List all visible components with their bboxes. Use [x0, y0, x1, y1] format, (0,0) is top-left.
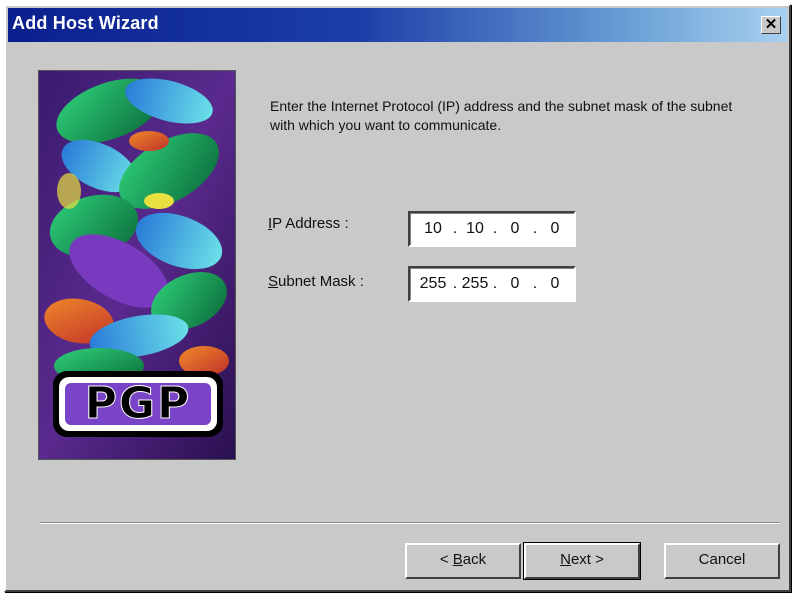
- ip-octet-1[interactable]: 10: [416, 220, 450, 238]
- ip-octet-3[interactable]: 0: [500, 220, 530, 238]
- ip-octet-4[interactable]: 0: [540, 220, 570, 238]
- subnet-octet-4[interactable]: 0: [540, 275, 570, 293]
- cancel-button[interactable]: Cancel: [664, 543, 780, 579]
- button-separator: [40, 522, 780, 524]
- back-button[interactable]: < Back: [405, 543, 521, 579]
- subnet-octet-2[interactable]: 255: [460, 275, 490, 293]
- window-title: Add Host Wizard: [12, 13, 159, 33]
- close-icon: ✕: [764, 16, 778, 33]
- pgp-logo-panel: PGP: [38, 70, 236, 460]
- ip-address-label: IP Address :: [268, 215, 349, 232]
- ip-address-field[interactable]: 10 . 10 . 0 . 0: [408, 211, 576, 247]
- next-button[interactable]: Next >: [523, 542, 641, 580]
- close-button[interactable]: ✕: [761, 16, 781, 34]
- subnet-octet-3[interactable]: 0: [500, 275, 530, 293]
- title-bar[interactable]: Add Host Wizard ✕: [8, 8, 787, 42]
- subnet-mask-field[interactable]: 255 . 255 . 0 . 0: [408, 266, 576, 302]
- subnet-mask-label: Subnet Mask :: [268, 273, 364, 290]
- pgp-logo-text: PGP: [84, 378, 192, 429]
- instruction-text: Enter the Internet Protocol (IP) address…: [270, 98, 733, 133]
- subnet-octet-1[interactable]: 255: [416, 275, 450, 293]
- ip-octet-2[interactable]: 10: [460, 220, 490, 238]
